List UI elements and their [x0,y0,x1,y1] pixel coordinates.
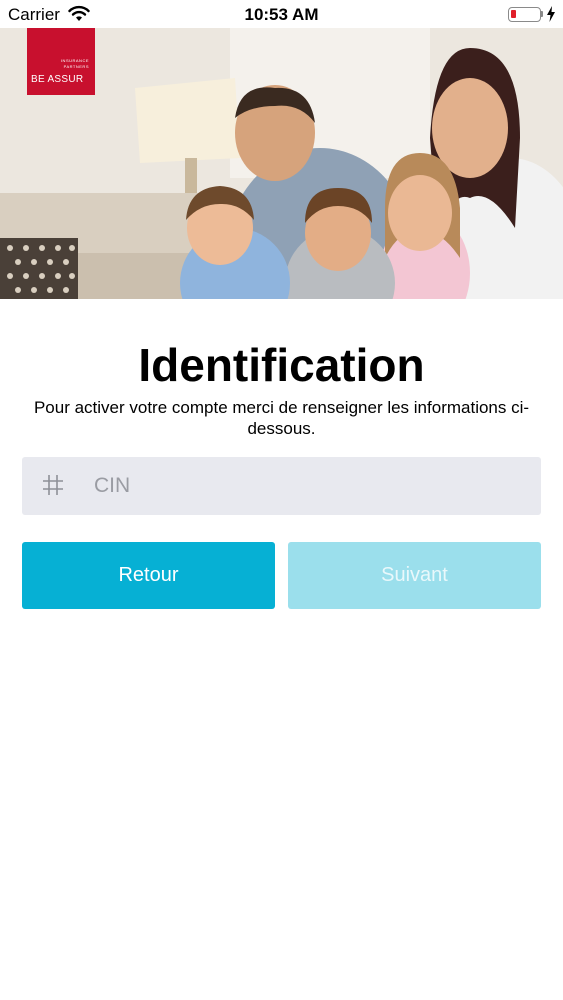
beassur-logo: INSURANCE PARTNERS BE ASSUR [27,28,95,95]
page-title: Identification [138,339,425,391]
back-button[interactable]: Retour [22,542,275,609]
logo-tagline-1: INSURANCE [60,58,89,63]
status-bar: Carrier 10:53 AM [0,0,563,28]
logo-tagline-2: PARTNERS [63,64,89,69]
battery-level [511,10,516,18]
battery-icon [508,7,541,22]
hero-family-photo: INSURANCE PARTNERS BE ASSUR [0,28,563,299]
cin-field[interactable] [22,457,541,515]
hash-icon [43,475,63,495]
logo-name: BE ASSUR [31,74,84,85]
cin-input[interactable] [94,457,524,515]
page-subtitle: Pour activer votre compte merci de rense… [33,398,530,438]
charging-bolt-icon [547,6,555,22]
status-time: 10:53 AM [244,5,319,24]
battery-tip [541,11,543,17]
next-button[interactable]: Suivant [288,542,541,609]
